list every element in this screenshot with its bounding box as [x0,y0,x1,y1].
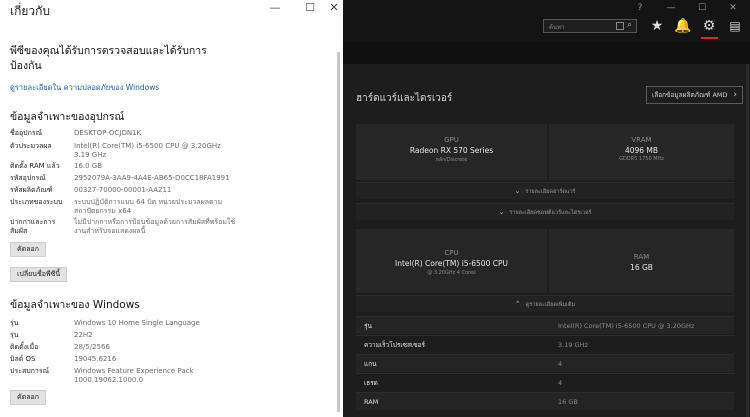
search-placeholder: ค้นหา [549,24,565,31]
protection-status-text: พีซีของคุณได้รับการตรวจสอบและได้รับการป้… [10,45,207,72]
bell-icon[interactable]: 🔔 [674,17,692,35]
table-row: แกน 4 [356,354,734,372]
hardware-details-expander[interactable]: ⌄ รายละเอียดฮาร์ดแวร์ [356,182,734,199]
chevron-up-icon: ⌃ [514,300,521,308]
gear-icon[interactable]: ⚙ [700,17,718,35]
copy-device-specs-button[interactable]: คัดลอก [10,242,46,257]
close-button[interactable]: ✕ [723,2,743,14]
vertical-scrollbar[interactable] [746,64,749,417]
chevron-down-icon: ⌄ [514,187,521,195]
nav-strip [343,42,750,64]
vram-card: VRAM 4096 MB GDDR5 1750 MHz [549,124,734,180]
windows-specs-heading: ข้อมูลจำเพาะของ Windows [10,299,140,311]
star-icon[interactable]: ★ [648,17,666,35]
maximize-button[interactable]: ☐ [692,2,712,14]
amd-product-info-button[interactable]: เลือกข้อมูลผลิตภัณฑ์ AMD › [646,86,743,104]
table-row: ความเร็วโปรเซสเซอร์ 3.19 GHz [356,335,734,353]
device-specs-heading: ข้อมูลจำเพาะของอุปกรณ์ [10,111,125,123]
more-details-expander[interactable]: ⌃ ดูรายละเอียดเพิ่มเติม [356,295,734,312]
screen: เกี่ยวกับ — ☐ ✕ พีซีของคุณได้รับการตรวจส… [0,0,750,417]
software-driver-details-expander[interactable]: ⌄ รายละเอียดซอฟต์แวร์และไดรเวอร์ [356,203,734,220]
window-title: เกี่ยวกับ [10,4,51,18]
minimize-button[interactable]: — [661,2,681,14]
table-row: รุ่น Intel(R) Core(TM) i5-6500 CPU @ 3.2… [356,316,734,334]
cpu-card: CPU Intel(R) Core(TM) i5-6500 CPU @ 3.20… [356,229,547,293]
search-icon[interactable]: ⌕ [627,20,632,30]
stop-icon [616,22,624,30]
active-tab-indicator [701,37,718,39]
search-box[interactable]: ค้นหา ⌕ [543,19,637,33]
windows-about-window: เกี่ยวกับ — ☐ ✕ พีซีของคุณได้รับการตรวจส… [0,0,343,417]
copy-windows-specs-button[interactable]: คัดลอก [10,390,46,405]
security-details-link[interactable]: ดูรายละเอียดใน ความปลอดภัยของ Windows [10,82,159,94]
amd-software-window: ? — ☐ ✕ ค้นหา ⌕ ★ 🔔 ⚙ ▤ ฮาร์ดแวร์และไดรเ… [343,0,750,417]
layout-icon[interactable]: ▤ [726,17,744,35]
gpu-card: GPU Radeon RX 570 Series หลัก/Discrete [356,124,547,180]
maximize-button[interactable]: ☐ [298,1,322,15]
chevron-right-icon: › [733,90,737,100]
table-row: เธรด 4 [356,373,734,391]
chevron-down-icon: ⌄ [498,208,505,216]
vertical-scrollbar[interactable] [337,52,340,412]
help-icon[interactable]: ? [630,2,650,14]
minimize-button[interactable]: — [263,1,287,15]
hardware-drivers-title: ฮาร์ดแวร์และไดรเวอร์ [356,93,453,104]
ram-card: RAM 16 GB [549,229,734,293]
rename-pc-button[interactable]: เปลี่ยนชื่อพีซีนี้ [10,267,68,282]
table-row: RAM 16 GB [356,392,734,410]
close-button[interactable]: ✕ [322,1,343,15]
